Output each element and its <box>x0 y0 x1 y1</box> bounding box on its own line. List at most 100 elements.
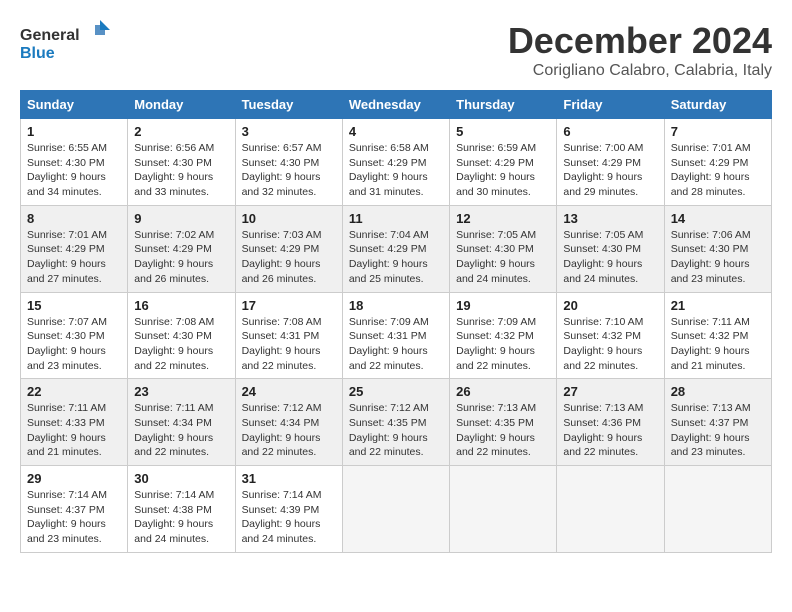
col-sunday: Sunday <box>21 91 128 119</box>
table-row <box>664 466 771 553</box>
day-number: 7 <box>671 124 765 139</box>
day-number: 6 <box>563 124 657 139</box>
day-number: 15 <box>27 298 121 313</box>
day-number: 10 <box>242 211 336 226</box>
table-row: 25 Sunrise: 7:12 AM Sunset: 4:35 PM Dayl… <box>342 379 449 466</box>
day-info: Sunrise: 7:05 AM Sunset: 4:30 PM Dayligh… <box>456 228 550 287</box>
table-row: 6 Sunrise: 7:00 AM Sunset: 4:29 PM Dayli… <box>557 119 664 206</box>
location-title: Corigliano Calabro, Calabria, Italy <box>508 62 772 80</box>
table-row: 15 Sunrise: 7:07 AM Sunset: 4:30 PM Dayl… <box>21 292 128 379</box>
page-header: General Blue December 2024 Corigliano Ca… <box>20 20 772 80</box>
day-info: Sunrise: 7:13 AM Sunset: 4:35 PM Dayligh… <box>456 401 550 460</box>
day-info: Sunrise: 7:05 AM Sunset: 4:30 PM Dayligh… <box>563 228 657 287</box>
table-row: 12 Sunrise: 7:05 AM Sunset: 4:30 PM Dayl… <box>450 205 557 292</box>
day-info: Sunrise: 7:11 AM Sunset: 4:34 PM Dayligh… <box>134 401 228 460</box>
day-number: 22 <box>27 384 121 399</box>
svg-text:Blue: Blue <box>20 45 55 62</box>
day-info: Sunrise: 7:03 AM Sunset: 4:29 PM Dayligh… <box>242 228 336 287</box>
table-row: 4 Sunrise: 6:58 AM Sunset: 4:29 PM Dayli… <box>342 119 449 206</box>
day-info: Sunrise: 7:01 AM Sunset: 4:29 PM Dayligh… <box>27 228 121 287</box>
table-row: 5 Sunrise: 6:59 AM Sunset: 4:29 PM Dayli… <box>450 119 557 206</box>
day-info: Sunrise: 7:10 AM Sunset: 4:32 PM Dayligh… <box>563 315 657 374</box>
col-monday: Monday <box>128 91 235 119</box>
calendar-row: 22 Sunrise: 7:11 AM Sunset: 4:33 PM Dayl… <box>21 379 772 466</box>
day-info: Sunrise: 7:11 AM Sunset: 4:33 PM Dayligh… <box>27 401 121 460</box>
day-info: Sunrise: 7:01 AM Sunset: 4:29 PM Dayligh… <box>671 141 765 200</box>
day-number: 27 <box>563 384 657 399</box>
day-number: 3 <box>242 124 336 139</box>
day-number: 9 <box>134 211 228 226</box>
day-info: Sunrise: 6:56 AM Sunset: 4:30 PM Dayligh… <box>134 141 228 200</box>
title-area: December 2024 Corigliano Calabro, Calabr… <box>508 20 772 80</box>
day-number: 21 <box>671 298 765 313</box>
col-friday: Friday <box>557 91 664 119</box>
table-row <box>450 466 557 553</box>
logo: General Blue <box>20 20 110 65</box>
day-info: Sunrise: 7:00 AM Sunset: 4:29 PM Dayligh… <box>563 141 657 200</box>
table-row: 22 Sunrise: 7:11 AM Sunset: 4:33 PM Dayl… <box>21 379 128 466</box>
day-number: 30 <box>134 471 228 486</box>
day-number: 17 <box>242 298 336 313</box>
table-row: 11 Sunrise: 7:04 AM Sunset: 4:29 PM Dayl… <box>342 205 449 292</box>
day-info: Sunrise: 7:13 AM Sunset: 4:36 PM Dayligh… <box>563 401 657 460</box>
day-number: 20 <box>563 298 657 313</box>
day-number: 11 <box>349 211 443 226</box>
day-number: 31 <box>242 471 336 486</box>
table-row: 14 Sunrise: 7:06 AM Sunset: 4:30 PM Dayl… <box>664 205 771 292</box>
day-number: 12 <box>456 211 550 226</box>
day-number: 18 <box>349 298 443 313</box>
day-info: Sunrise: 7:14 AM Sunset: 4:37 PM Dayligh… <box>27 488 121 547</box>
table-row: 28 Sunrise: 7:13 AM Sunset: 4:37 PM Dayl… <box>664 379 771 466</box>
table-row: 24 Sunrise: 7:12 AM Sunset: 4:34 PM Dayl… <box>235 379 342 466</box>
day-info: Sunrise: 7:04 AM Sunset: 4:29 PM Dayligh… <box>349 228 443 287</box>
day-number: 23 <box>134 384 228 399</box>
table-row: 13 Sunrise: 7:05 AM Sunset: 4:30 PM Dayl… <box>557 205 664 292</box>
table-row <box>342 466 449 553</box>
table-row: 26 Sunrise: 7:13 AM Sunset: 4:35 PM Dayl… <box>450 379 557 466</box>
table-row: 17 Sunrise: 7:08 AM Sunset: 4:31 PM Dayl… <box>235 292 342 379</box>
day-number: 8 <box>27 211 121 226</box>
day-number: 2 <box>134 124 228 139</box>
day-info: Sunrise: 7:14 AM Sunset: 4:38 PM Dayligh… <box>134 488 228 547</box>
table-row: 31 Sunrise: 7:14 AM Sunset: 4:39 PM Dayl… <box>235 466 342 553</box>
col-tuesday: Tuesday <box>235 91 342 119</box>
day-number: 26 <box>456 384 550 399</box>
table-row: 30 Sunrise: 7:14 AM Sunset: 4:38 PM Dayl… <box>128 466 235 553</box>
col-thursday: Thursday <box>450 91 557 119</box>
day-info: Sunrise: 6:58 AM Sunset: 4:29 PM Dayligh… <box>349 141 443 200</box>
logo-svg: General Blue <box>20 20 110 65</box>
table-row: 2 Sunrise: 6:56 AM Sunset: 4:30 PM Dayli… <box>128 119 235 206</box>
table-row: 19 Sunrise: 7:09 AM Sunset: 4:32 PM Dayl… <box>450 292 557 379</box>
day-number: 13 <box>563 211 657 226</box>
table-row: 10 Sunrise: 7:03 AM Sunset: 4:29 PM Dayl… <box>235 205 342 292</box>
day-number: 4 <box>349 124 443 139</box>
calendar-row: 8 Sunrise: 7:01 AM Sunset: 4:29 PM Dayli… <box>21 205 772 292</box>
day-info: Sunrise: 7:12 AM Sunset: 4:34 PM Dayligh… <box>242 401 336 460</box>
day-info: Sunrise: 7:13 AM Sunset: 4:37 PM Dayligh… <box>671 401 765 460</box>
day-info: Sunrise: 7:09 AM Sunset: 4:32 PM Dayligh… <box>456 315 550 374</box>
col-saturday: Saturday <box>664 91 771 119</box>
day-number: 19 <box>456 298 550 313</box>
table-row: 27 Sunrise: 7:13 AM Sunset: 4:36 PM Dayl… <box>557 379 664 466</box>
table-row: 29 Sunrise: 7:14 AM Sunset: 4:37 PM Dayl… <box>21 466 128 553</box>
calendar-table: Sunday Monday Tuesday Wednesday Thursday… <box>20 90 772 553</box>
table-row: 23 Sunrise: 7:11 AM Sunset: 4:34 PM Dayl… <box>128 379 235 466</box>
table-row: 1 Sunrise: 6:55 AM Sunset: 4:30 PM Dayli… <box>21 119 128 206</box>
table-row: 16 Sunrise: 7:08 AM Sunset: 4:30 PM Dayl… <box>128 292 235 379</box>
day-number: 5 <box>456 124 550 139</box>
day-number: 25 <box>349 384 443 399</box>
day-number: 29 <box>27 471 121 486</box>
table-row: 18 Sunrise: 7:09 AM Sunset: 4:31 PM Dayl… <box>342 292 449 379</box>
calendar-row: 29 Sunrise: 7:14 AM Sunset: 4:37 PM Dayl… <box>21 466 772 553</box>
table-row: 20 Sunrise: 7:10 AM Sunset: 4:32 PM Dayl… <box>557 292 664 379</box>
month-title: December 2024 <box>508 20 772 62</box>
day-info: Sunrise: 6:57 AM Sunset: 4:30 PM Dayligh… <box>242 141 336 200</box>
col-wednesday: Wednesday <box>342 91 449 119</box>
day-info: Sunrise: 7:14 AM Sunset: 4:39 PM Dayligh… <box>242 488 336 547</box>
day-info: Sunrise: 7:08 AM Sunset: 4:30 PM Dayligh… <box>134 315 228 374</box>
day-number: 28 <box>671 384 765 399</box>
day-number: 1 <box>27 124 121 139</box>
table-row: 21 Sunrise: 7:11 AM Sunset: 4:32 PM Dayl… <box>664 292 771 379</box>
day-number: 14 <box>671 211 765 226</box>
day-number: 24 <box>242 384 336 399</box>
